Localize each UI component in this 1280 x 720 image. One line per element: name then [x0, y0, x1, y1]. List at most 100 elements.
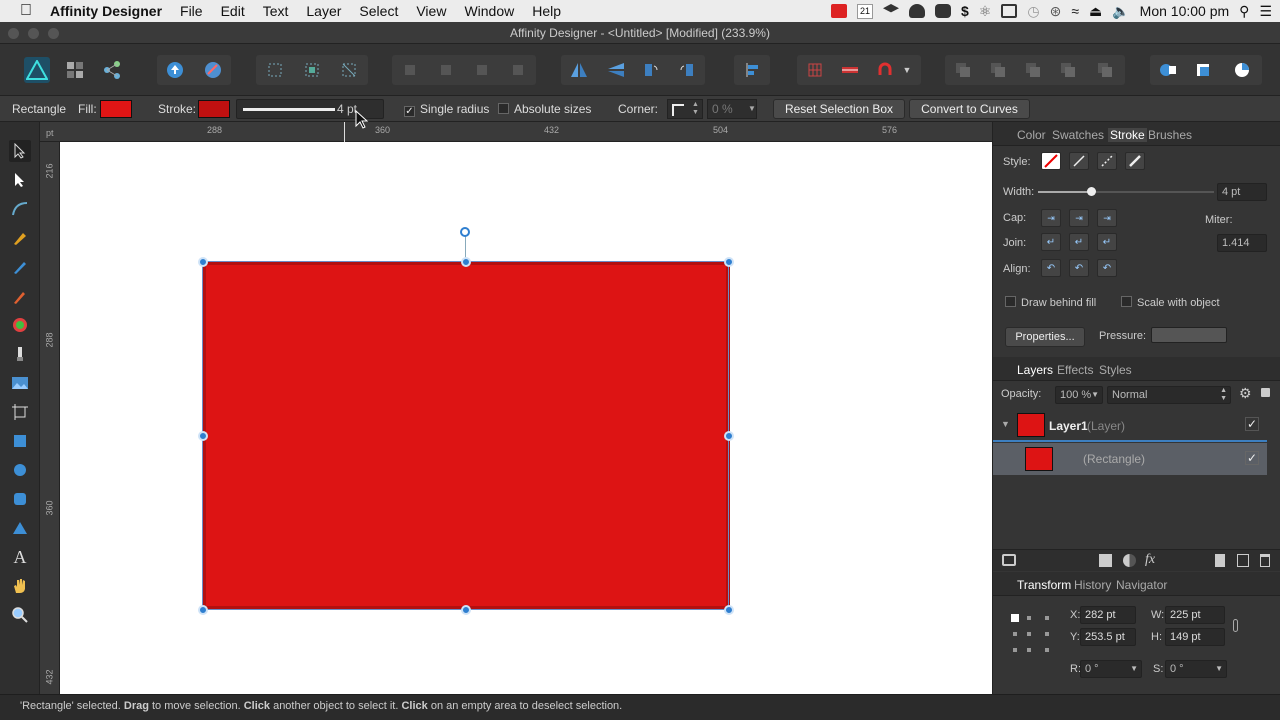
triangle-tool-icon[interactable] [9, 517, 31, 539]
miter-value-field[interactable]: 1.414 [1217, 234, 1267, 252]
dash-line-style-icon[interactable] [1097, 152, 1117, 170]
resize-handle-top-left[interactable] [198, 257, 208, 267]
visibility-checkbox-icon[interactable]: ✓ [1245, 451, 1259, 465]
disclosure-triangle-icon[interactable]: ▼ [1001, 419, 1010, 429]
ellipse-tool-icon[interactable] [9, 459, 31, 481]
fill-swatch[interactable] [100, 100, 132, 118]
pencil-tool-icon[interactable] [9, 256, 31, 278]
anchor-point[interactable] [1013, 648, 1017, 652]
corner-value-select[interactable]: 0 % ▼ [707, 99, 757, 119]
zoom-window-button[interactable] [48, 28, 59, 39]
tab-transform[interactable]: Transform [1017, 578, 1071, 592]
flip-horizontal-icon[interactable] [566, 57, 592, 83]
solid-line-style-icon[interactable] [1069, 152, 1089, 170]
shear-field[interactable]: 0 ° ▼ [1165, 660, 1227, 678]
y-field[interactable]: 253.5 pt [1080, 628, 1136, 646]
designer-persona-icon[interactable] [24, 57, 50, 83]
snapping-grid-icon[interactable] [802, 57, 828, 83]
tab-stroke[interactable]: Stroke [1108, 128, 1147, 142]
evernote-icon[interactable] [935, 4, 951, 18]
bevel-join-icon[interactable]: ↵ [1097, 233, 1117, 251]
mask-icon[interactable] [1099, 554, 1112, 567]
layer-row[interactable]: (Rectangle) ✓ [993, 443, 1267, 475]
node-tool-icon[interactable] [9, 169, 31, 191]
resize-handle-left[interactable] [198, 431, 208, 441]
rotate-right-icon[interactable] [674, 57, 700, 83]
width-slider-track[interactable] [1038, 187, 1214, 196]
boolean-xor-icon[interactable] [1055, 57, 1081, 83]
no-stroke-style-icon[interactable] [1041, 152, 1061, 170]
hand-tool-icon[interactable] [9, 575, 31, 597]
width-slider-knob[interactable] [1086, 187, 1096, 196]
zoom-tool-icon[interactable] [9, 604, 31, 626]
resize-handle-bottom-right[interactable] [724, 605, 734, 615]
link-proportions-icon[interactable] [1233, 619, 1238, 632]
anchor-point-selector[interactable] [1011, 614, 1051, 654]
resize-handle-bottom[interactable] [461, 605, 471, 615]
width-value-field[interactable]: 4 pt [1217, 183, 1267, 201]
anchor-point[interactable] [1013, 632, 1017, 636]
rotation-handle[interactable] [460, 227, 470, 237]
tab-styles[interactable]: Styles [1099, 363, 1132, 377]
anchor-point[interactable] [1045, 648, 1049, 652]
snapping-magnet-icon[interactable] [872, 57, 898, 83]
move-to-back-icon[interactable] [397, 57, 423, 83]
close-window-button[interactable] [8, 28, 19, 39]
reset-selection-box-button[interactable]: Reset Selection Box [773, 99, 905, 119]
tab-brushes[interactable]: Brushes [1148, 128, 1192, 142]
boolean-subtract-icon[interactable] [985, 57, 1011, 83]
properties-button[interactable]: Properties... [1005, 327, 1085, 347]
select-all-icon[interactable] [299, 57, 325, 83]
round-join-icon[interactable]: ↵ [1069, 233, 1089, 251]
butt-cap-icon[interactable]: ⇥ [1041, 209, 1061, 227]
eject-icon[interactable]: ⏏ [1089, 3, 1102, 20]
menu-window[interactable]: Window [455, 3, 523, 19]
menu-help[interactable]: Help [523, 3, 570, 19]
fx-icon[interactable]: fx [1145, 552, 1155, 568]
notification-center-icon[interactable]: ☰ [1259, 3, 1272, 20]
adjustment-icon[interactable] [1123, 554, 1136, 567]
antenna-icon[interactable]: ⚛ [979, 3, 992, 20]
draw-behind-fill-checkbox[interactable] [1005, 296, 1016, 307]
bluetooth-icon[interactable]: ⊛ [1050, 3, 1062, 20]
absolute-sizes-checkbox[interactable] [498, 103, 509, 114]
tab-swatches[interactable]: Swatches [1052, 128, 1104, 142]
boolean-divide-icon[interactable] [1092, 57, 1118, 83]
blend-mode-select[interactable]: Normal ▲ ▼ [1107, 386, 1231, 404]
scale-with-object-checkbox[interactable] [1121, 296, 1132, 307]
anchor-point[interactable] [1011, 614, 1019, 622]
convert-to-curves-button[interactable]: Convert to Curves [909, 99, 1030, 119]
flip-vertical-icon[interactable] [603, 57, 629, 83]
dropbox-icon[interactable] [883, 4, 899, 13]
snapping-dropdown-icon[interactable]: ▼ [899, 57, 915, 83]
place-image-tool-icon[interactable] [9, 372, 31, 394]
align-icon[interactable] [739, 57, 765, 83]
layer-row[interactable]: ▼ Layer1 (Layer) ✓ [993, 410, 1267, 442]
wifi-icon[interactable]: ≈ [1071, 3, 1079, 19]
calendar-icon[interactable]: 21 [857, 3, 873, 19]
time-machine-icon[interactable]: ◷ [1027, 3, 1039, 20]
isolate-icon[interactable] [262, 57, 288, 83]
tab-color[interactable]: Color [1017, 128, 1046, 142]
opacity-select[interactable]: 100 % ▼ [1055, 386, 1103, 404]
insert-inside-icon[interactable] [1191, 57, 1217, 83]
tab-history[interactable]: History [1074, 578, 1111, 592]
red-app-icon[interactable] [831, 4, 847, 18]
tab-layers[interactable]: Layers [1017, 363, 1053, 377]
move-to-front-icon[interactable] [505, 57, 531, 83]
insert-front-icon[interactable] [1229, 57, 1255, 83]
rotation-field[interactable]: 0 ° ▼ [1080, 660, 1142, 678]
miter-join-icon[interactable]: ↵ [1041, 233, 1061, 251]
resize-handle-top-right[interactable] [724, 257, 734, 267]
corner-type-select[interactable]: ▲ ▼ [667, 99, 703, 119]
menu-file[interactable]: File [171, 3, 212, 19]
pen-tool-icon[interactable] [9, 227, 31, 249]
layers-stack-icon[interactable] [1002, 554, 1016, 566]
rectangle-tool-icon[interactable] [9, 430, 31, 452]
boolean-intersect-icon[interactable] [1020, 57, 1046, 83]
round-cap-icon[interactable]: ⇥ [1069, 209, 1089, 227]
snap-settings-icon[interactable] [200, 57, 226, 83]
airplay-icon[interactable] [1001, 4, 1018, 18]
move-back-icon[interactable] [433, 57, 459, 83]
stroke-swatch[interactable] [198, 100, 230, 118]
